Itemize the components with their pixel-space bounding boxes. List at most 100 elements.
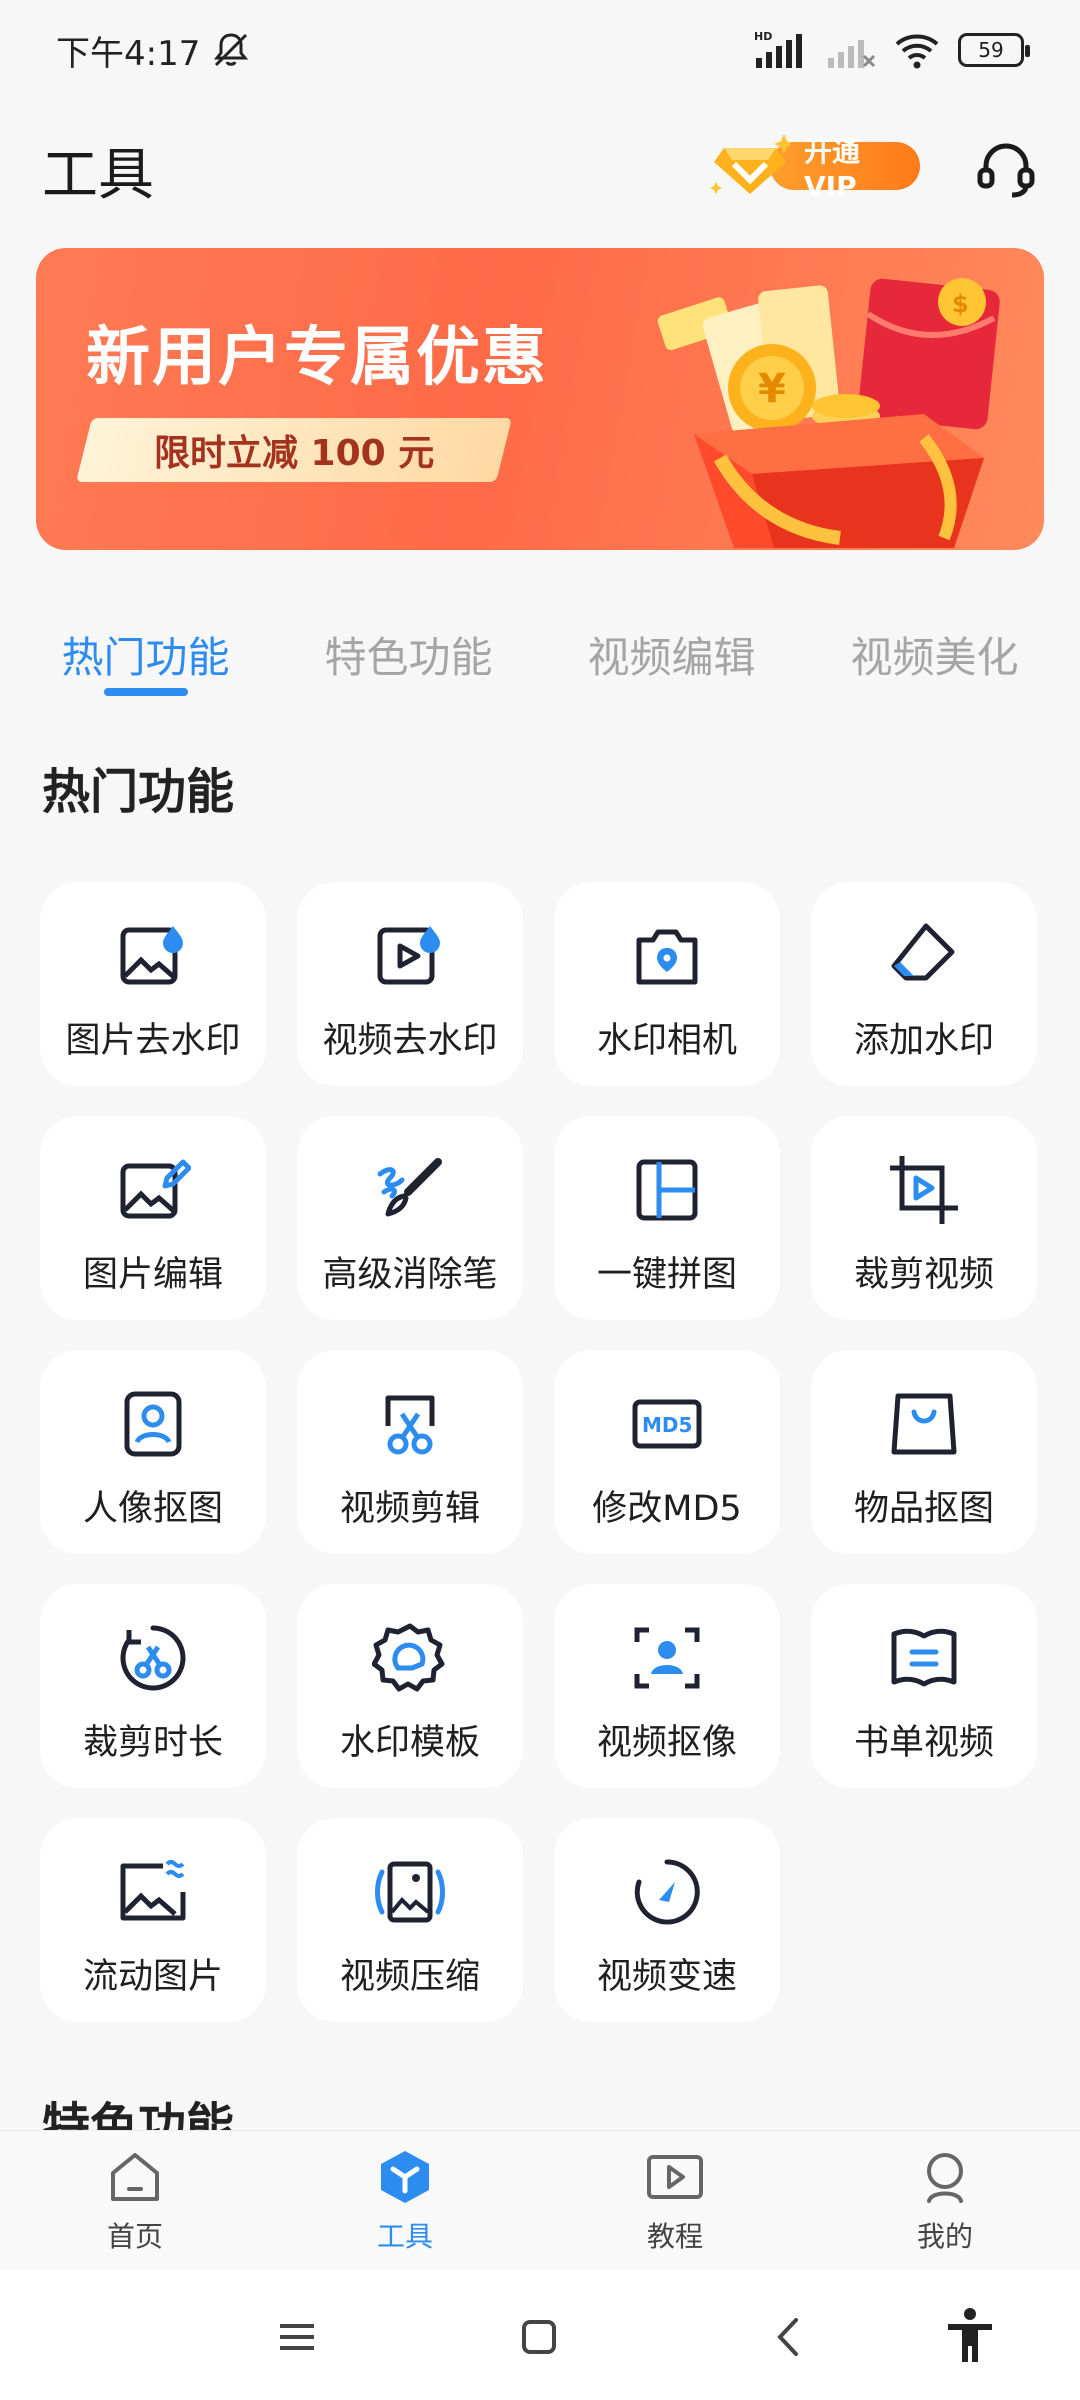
tool-flow-image[interactable]: 流动图片 <box>40 1818 266 2022</box>
promo-banner[interactable]: 新用户专属优惠 限时立减 100 元 ¥ $ <box>36 248 1044 550</box>
profile-icon <box>927 2153 963 2203</box>
tool-label: 水印相机 <box>596 1021 737 1061</box>
system-nav-bar <box>0 2270 1080 2400</box>
signal-weak-icon <box>828 40 876 68</box>
tool-image-watermark-remove[interactable]: 图片去水印 <box>40 882 266 1086</box>
banner-title: 新用户专属优惠 <box>86 321 548 395</box>
tool-label: 视频变速 <box>596 1957 737 1997</box>
brush-icon <box>377 1158 442 1217</box>
status-left: 下午4:17 <box>56 26 252 75</box>
tool-advanced-eraser[interactable]: 高级消除笔 <box>297 1116 523 1320</box>
back-icon[interactable] <box>764 2312 814 2362</box>
home-icon <box>111 2153 159 2201</box>
vip-button[interactable]: 开通VIP <box>710 134 920 203</box>
nav-label: 首页 <box>106 2220 163 2253</box>
tab-video-edit[interactable]: 视频编辑 <box>540 600 803 700</box>
tool-label: 视频抠像 <box>596 1723 737 1763</box>
tool-label: 人像抠图 <box>82 1489 223 1529</box>
category-tabs: 热门功能 特色功能 视频编辑 视频美化 <box>0 600 1080 700</box>
tab-hot[interactable]: 热门功能 <box>14 600 277 700</box>
flow-image-icon <box>120 1860 186 1921</box>
tool-trim-duration[interactable]: 裁剪时长 <box>40 1584 266 1788</box>
headset-icon[interactable] <box>974 138 1038 202</box>
trim-duration-icon <box>120 1625 186 1691</box>
camera-icon <box>636 929 698 985</box>
svg-text:HD: HD <box>754 30 772 43</box>
tool-video-watermark-remove[interactable]: 视频去水印 <box>297 882 523 1086</box>
tool-video-matting[interactable]: 视频抠像 <box>554 1584 780 1788</box>
nav-home[interactable]: 首页 <box>0 2131 270 2270</box>
nav-tutorial[interactable]: 教程 <box>540 2131 810 2270</box>
nav-label: 教程 <box>646 2220 703 2253</box>
vip-diamond-icon <box>710 134 790 194</box>
tool-label: 流动图片 <box>82 1957 223 1997</box>
tool-label: 高级消除笔 <box>322 1255 498 1295</box>
status-right: HD 59 <box>754 30 1030 70</box>
video-drop-icon <box>377 926 440 985</box>
tools-cube-icon <box>381 2151 429 2203</box>
svg-text:¥: ¥ <box>758 366 786 412</box>
tab-video-beautify[interactable]: 视频美化 <box>803 600 1066 700</box>
tools-grid: 图片去水印 视频去水印 水印相机 添加水印 图片编辑 高级消除笔 一键拼图 裁剪… <box>40 882 1040 2022</box>
tool-label: 视频压缩 <box>339 1957 480 1997</box>
tool-label: 物品抠图 <box>853 1489 994 1529</box>
tool-one-click-collage[interactable]: 一键拼图 <box>554 1116 780 1320</box>
portrait-icon <box>124 1391 182 1457</box>
svg-text:MD5: MD5 <box>642 1413 692 1437</box>
vip-label: 开通VIP <box>770 135 920 203</box>
section-title-hot: 热门功能 <box>42 764 235 820</box>
tool-label: 水印模板 <box>339 1723 480 1763</box>
page-header: 工具 开通VIP <box>0 120 1080 220</box>
add-watermark-icon <box>891 923 955 981</box>
tool-modify-md5[interactable]: MD5 修改MD5 <box>554 1350 780 1554</box>
nav-mine[interactable]: 我的 <box>810 2131 1080 2270</box>
bottom-nav: 首页 工具 教程 我的 <box>0 2130 1080 2270</box>
tool-video-compress[interactable]: 视频压缩 <box>297 1818 523 2022</box>
template-icon <box>372 1623 445 1692</box>
md5-icon: MD5 <box>632 1399 702 1449</box>
menu-icon[interactable] <box>272 2312 322 2362</box>
status-time: 下午4:17 <box>56 33 201 74</box>
tool-image-edit[interactable]: 图片编辑 <box>40 1116 266 1320</box>
tool-video-speed[interactable]: 视频变速 <box>554 1818 780 2022</box>
wifi-icon <box>895 34 939 69</box>
book-icon <box>891 1628 957 1687</box>
mute-bell-icon <box>214 33 249 67</box>
tool-portrait-cutout[interactable]: 人像抠图 <box>40 1350 266 1554</box>
tool-add-watermark[interactable]: 添加水印 <box>811 882 1037 1086</box>
tool-label: 图片编辑 <box>82 1255 223 1295</box>
compress-icon <box>375 1861 445 1923</box>
crop-video-icon <box>890 1156 958 1224</box>
image-drop-icon <box>120 926 183 985</box>
signal-hd-icon: HD <box>754 30 802 68</box>
svg-text:$: $ <box>952 290 969 318</box>
section-title-featured: 特色功能 <box>42 2098 235 2130</box>
bag-icon <box>891 1393 957 1455</box>
tool-crop-video[interactable]: 裁剪视频 <box>811 1116 1037 1320</box>
tool-label: 书单视频 <box>853 1723 994 1763</box>
collage-icon <box>636 1159 698 1221</box>
tool-watermark-camera[interactable]: 水印相机 <box>554 882 780 1086</box>
accessibility-icon[interactable] <box>942 2306 998 2366</box>
tool-video-clip[interactable]: 视频剪辑 <box>297 1350 523 1554</box>
tool-label: 视频去水印 <box>322 1021 498 1061</box>
nav-label: 工具 <box>376 2220 433 2253</box>
status-bar: 下午4:17 HD 59 <box>0 0 1080 100</box>
tab-featured[interactable]: 特色功能 <box>277 600 540 700</box>
play-screen-icon <box>647 2155 703 2199</box>
tool-label: 图片去水印 <box>65 1021 241 1061</box>
tool-booklist-video[interactable]: 书单视频 <box>811 1584 1037 1788</box>
tool-label: 一键拼图 <box>596 1255 737 1295</box>
tool-label: 裁剪时长 <box>82 1723 223 1763</box>
tool-label: 添加水印 <box>853 1021 994 1061</box>
page-title: 工具 <box>42 142 154 208</box>
tool-object-cutout[interactable]: 物品抠图 <box>811 1350 1037 1554</box>
battery-level: 59 <box>978 38 1004 62</box>
banner-subtitle: 限时立减 100 元 <box>76 418 512 482</box>
nav-tools[interactable]: 工具 <box>270 2131 540 2270</box>
tool-label: 视频剪辑 <box>339 1489 480 1529</box>
home-square-icon[interactable] <box>514 2312 564 2362</box>
banner-subtitle-text: 限时立减 100 元 <box>153 433 435 474</box>
nav-label: 我的 <box>916 2220 973 2253</box>
tool-watermark-template[interactable]: 水印模板 <box>297 1584 523 1788</box>
